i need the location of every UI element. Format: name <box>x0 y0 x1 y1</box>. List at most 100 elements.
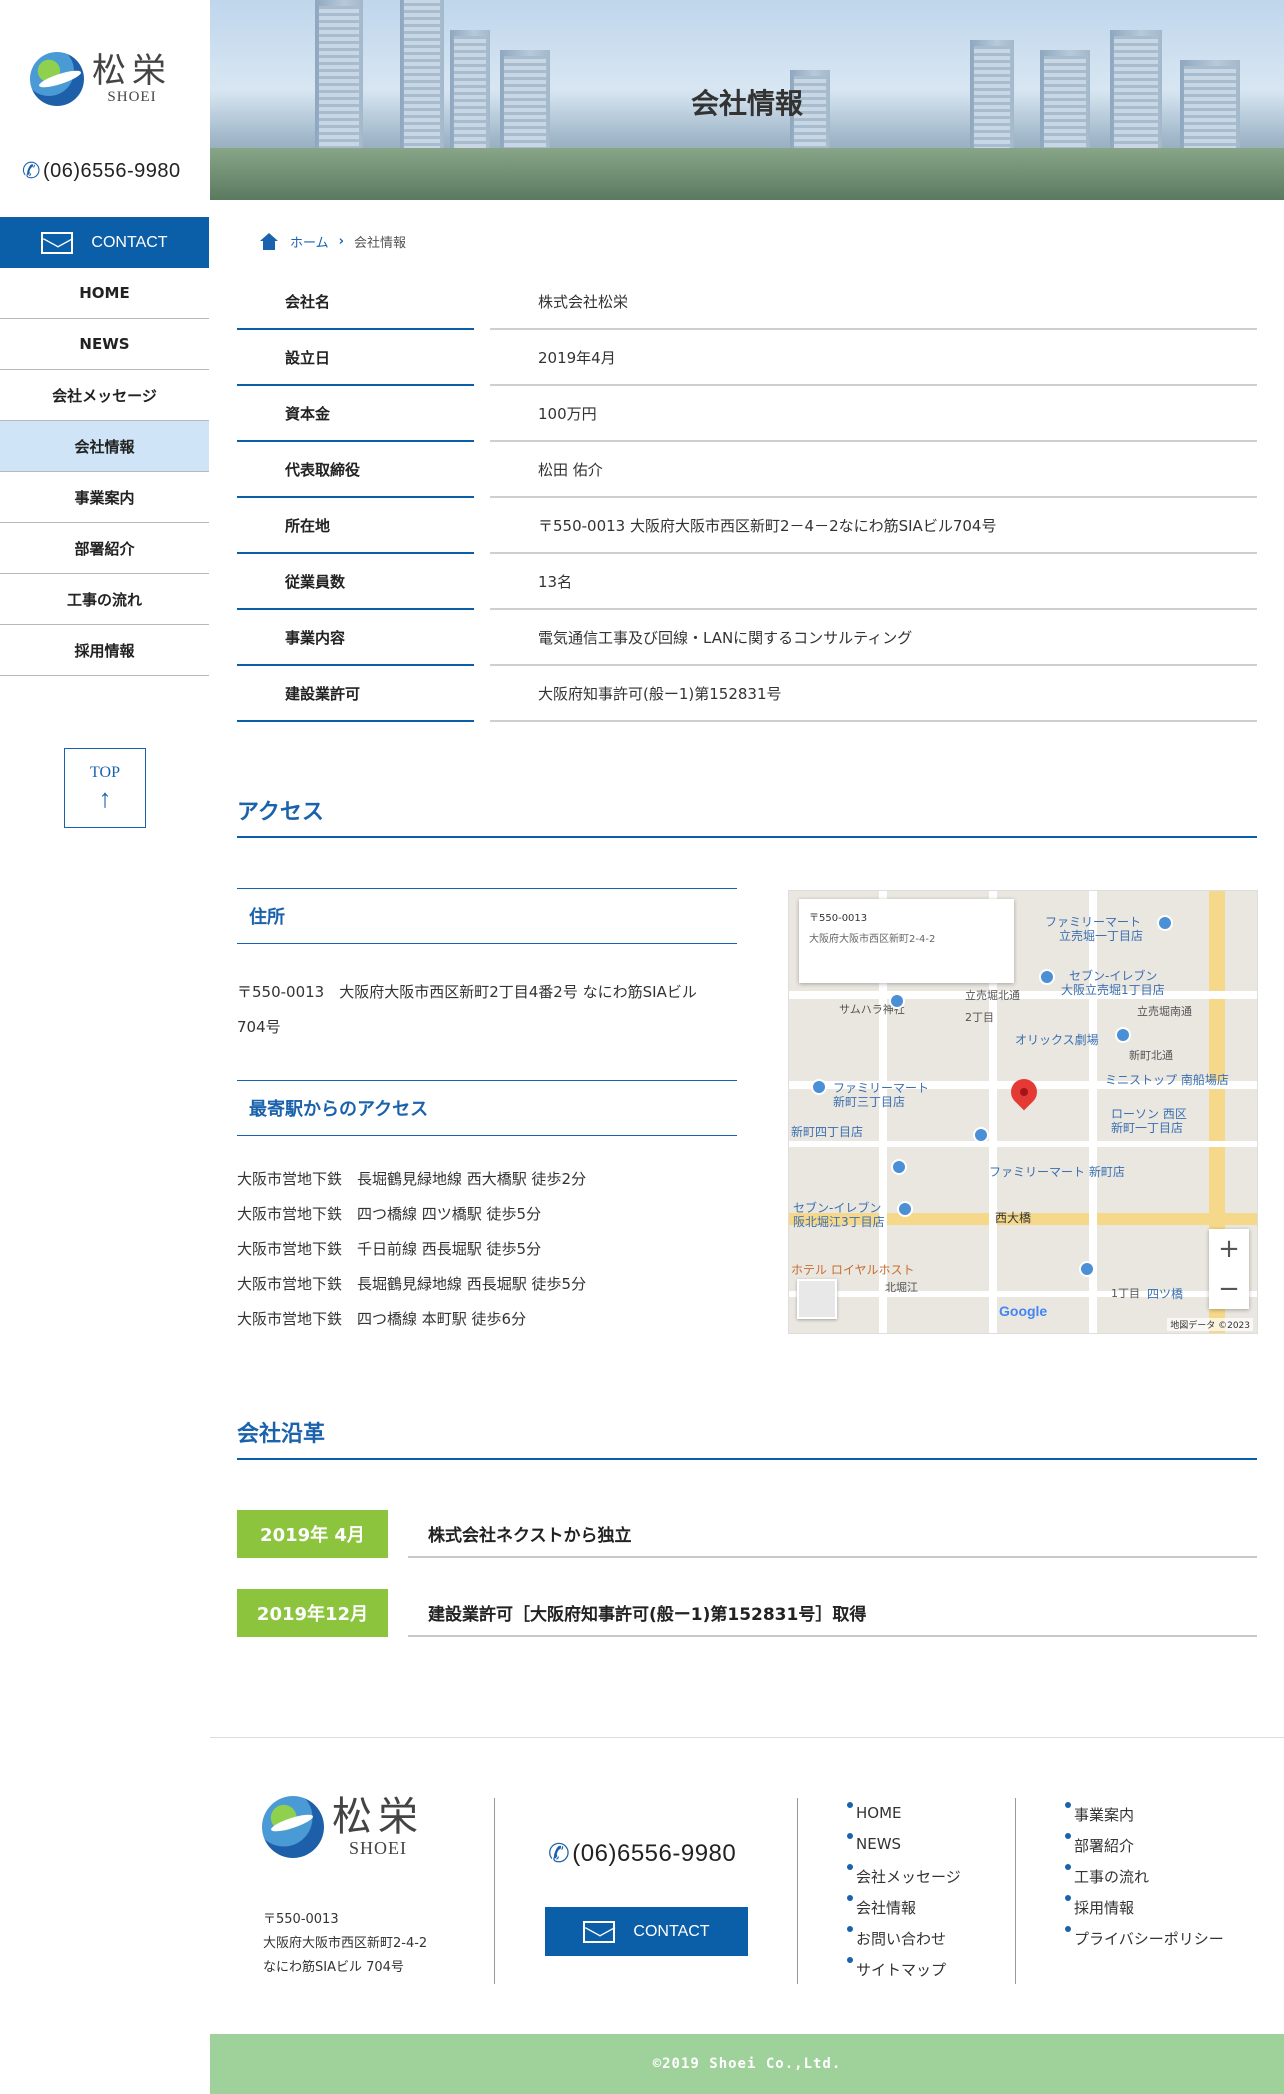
footer-link[interactable]: HOME <box>847 1802 902 1822</box>
nav-item[interactable]: HOME <box>0 268 209 319</box>
nav-item[interactable]: 事業案内 <box>0 472 209 523</box>
company-info-key: 事業内容 <box>237 610 474 666</box>
address-line-2: 704号 <box>237 1018 281 1036</box>
footer-logo-kanji: 松栄 <box>332 1794 424 1840</box>
zoom-out-button[interactable]: − <box>1218 1274 1240 1304</box>
company-info-value: 大阪府知事許可(般ー1)第152831号 <box>490 666 1257 722</box>
breadcrumb-current: 会社情報 <box>353 236 406 251</box>
address-line-1: 〒550-0013 大阪府大阪市西区新町2丁目4番2号 なにわ筋SIAビル <box>237 983 697 1001</box>
chevron-right-icon: › <box>338 234 344 249</box>
map-poi-icon[interactable] <box>1115 1027 1131 1043</box>
logo-mark-icon <box>262 1796 324 1858</box>
map-poi-icon[interactable] <box>1039 969 1055 985</box>
phone-icon: ✆ <box>548 1838 571 1868</box>
map-info-card: 〒550-0013 大阪府大阪市西区新町2-4-2 <box>799 899 1014 983</box>
arrow-up-icon: ↑ <box>98 784 112 813</box>
nav-item[interactable]: 会社情報 <box>0 421 209 472</box>
company-info-value: 13名 <box>490 554 1257 610</box>
map-marker-icon[interactable] <box>1005 1073 1043 1111</box>
footer-logo-roman: SHOEI <box>349 1838 407 1858</box>
top-label: TOP <box>90 764 120 781</box>
logo-kanji: 松栄 <box>92 50 172 91</box>
nav-item[interactable]: 工事の流れ <box>0 574 209 625</box>
map-label: ミニストップ 南船場店 <box>1105 1073 1229 1087</box>
home-icon <box>258 232 280 251</box>
history-heading: 会社沿革 <box>237 1416 1257 1460</box>
footer-link[interactable]: 事業案内 <box>1064 1802 1134 1825</box>
google-map[interactable]: ファミリーマート 立売堀一丁目店 セブン-イレブン 大阪立売堀1丁目店 サムハラ… <box>788 890 1258 1334</box>
sidebar-phone-number: (06)6556-9980 <box>42 159 181 182</box>
company-info-value: 松田 佑介 <box>490 442 1257 498</box>
map-road <box>789 991 1257 999</box>
footer-link[interactable]: プライバシーポリシー <box>1065 1926 1224 1949</box>
footer-link[interactable]: 会社情報 <box>846 1895 916 1918</box>
footer-link[interactable]: サイトマップ <box>846 1957 946 1980</box>
map-poi-icon[interactable] <box>891 1159 907 1175</box>
company-info-key: 資本金 <box>237 386 474 442</box>
map-poi-icon[interactable] <box>811 1079 827 1095</box>
map-poi-icon[interactable] <box>973 1127 989 1143</box>
sidebar-phone[interactable]: ✆ (06)6556-9980 <box>22 158 181 184</box>
site-logo[interactable]: 松栄 SHOEI <box>30 52 172 106</box>
back-to-top-button[interactable]: TOP ↑ <box>64 748 146 828</box>
mail-icon <box>41 231 74 254</box>
footer-address: 〒550-0013 大阪府大阪市西区新町2-4-2 なにわ筋SIAビル 704号 <box>263 1908 427 1980</box>
station-access-heading: 最寄駅からのアクセス <box>237 1080 737 1136</box>
zoom-in-button[interactable]: + <box>1218 1234 1240 1264</box>
nav-item[interactable]: NEWS <box>0 319 209 370</box>
nav-item[interactable]: 採用情報 <box>0 625 209 676</box>
breadcrumb: ホーム › 会社情報 <box>258 232 406 251</box>
hero-building <box>400 0 444 160</box>
breadcrumb-home-link[interactable]: ホーム <box>290 232 329 251</box>
history-date: 2019年 4月 <box>237 1510 388 1558</box>
page-hero-banner: 会社情報 <box>210 0 1284 200</box>
company-info-value: 電気通信工事及び回線・LANに関するコンサルティング <box>490 610 1257 666</box>
footer-link[interactable]: 会社メッセージ <box>847 1864 961 1887</box>
map-label: 西大橋 <box>995 1211 1032 1225</box>
map-poi-icon[interactable] <box>1157 915 1173 931</box>
company-info-key: 代表取締役 <box>237 442 474 498</box>
address-text: 〒550-0013 大阪府大阪市西区新町2丁目4番2号 なにわ筋SIAビル 70… <box>237 975 747 1045</box>
footer-phone-number: (06)6556-9980 <box>572 1839 737 1867</box>
sidebar: 松栄 SHOEI ✆ (06)6556-9980 CONTACT HOME NEW… <box>0 0 209 2094</box>
footer-link[interactable]: お問い合わせ <box>846 1926 946 1949</box>
company-info-row: 資本金 100万円 <box>237 386 1257 442</box>
company-info-key: 会社名 <box>237 274 474 330</box>
map-poi-icon[interactable] <box>1079 1261 1095 1277</box>
phone-icon: ✆ <box>22 158 41 183</box>
company-info-row: 会社名 株式会社松栄 <box>237 274 1257 330</box>
company-info-value: 〒550-0013 大阪府大阪市西区新町2－4－2なにわ筋SIAビル704号 <box>490 498 1257 554</box>
mail-icon <box>583 1920 616 1943</box>
map-label: 大阪立売堀1丁目店 <box>1061 983 1165 997</box>
logo-mark-icon <box>30 52 84 106</box>
footer-contact-button[interactable]: CONTACT <box>545 1907 748 1956</box>
sidebar-contact-button[interactable]: CONTACT <box>0 217 209 268</box>
station-access-item: 大阪市営地下鉄 長堀鶴見緑地線 西長堀駅 徒歩5分 <box>237 1275 587 1293</box>
map-card-line-1: 〒550-0013 <box>809 913 868 924</box>
map-poi-icon[interactable] <box>889 993 905 1009</box>
map-poi-icon[interactable] <box>897 1201 913 1217</box>
footer-phone[interactable]: ✆ (06)6556-9980 <box>548 1838 736 1869</box>
footer-address-line: 〒550-0013 <box>263 1912 339 1927</box>
footer-link[interactable]: 採用情報 <box>1064 1895 1134 1918</box>
footer-link[interactable]: 部署紹介 <box>1064 1833 1134 1856</box>
access-heading: アクセス <box>237 794 1257 838</box>
company-info-value: 株式会社松栄 <box>490 274 1257 330</box>
footer-link[interactable]: 工事の流れ <box>1064 1864 1149 1887</box>
google-logo: Google <box>999 1303 1048 1319</box>
map-label: 立売堀北通 <box>965 989 1020 1002</box>
map-card-line-2: 大阪府大阪市西区新町2-4-2 <box>809 934 936 945</box>
hero-trees <box>210 148 1284 200</box>
history-date: 2019年12月 <box>237 1589 388 1637</box>
map-attribution: 地図データ ©2023 <box>1167 1318 1253 1331</box>
copyright: ©2019 Shoei Co.,Ltd. <box>210 2034 1284 2094</box>
footer-separator <box>797 1798 798 1984</box>
footer-link[interactable]: NEWS <box>846 1833 901 1853</box>
map-label: 新町四丁目店 <box>791 1125 864 1139</box>
street-view-button[interactable] <box>797 1279 837 1319</box>
nav-item[interactable]: 部署紹介 <box>0 523 209 574</box>
nav-item[interactable]: 会社メッセージ <box>0 370 209 421</box>
company-info-key: 所在地 <box>237 498 474 554</box>
footer-logo[interactable]: 松栄 SHOEI <box>262 1796 424 1858</box>
footer-separator <box>1015 1798 1016 1984</box>
